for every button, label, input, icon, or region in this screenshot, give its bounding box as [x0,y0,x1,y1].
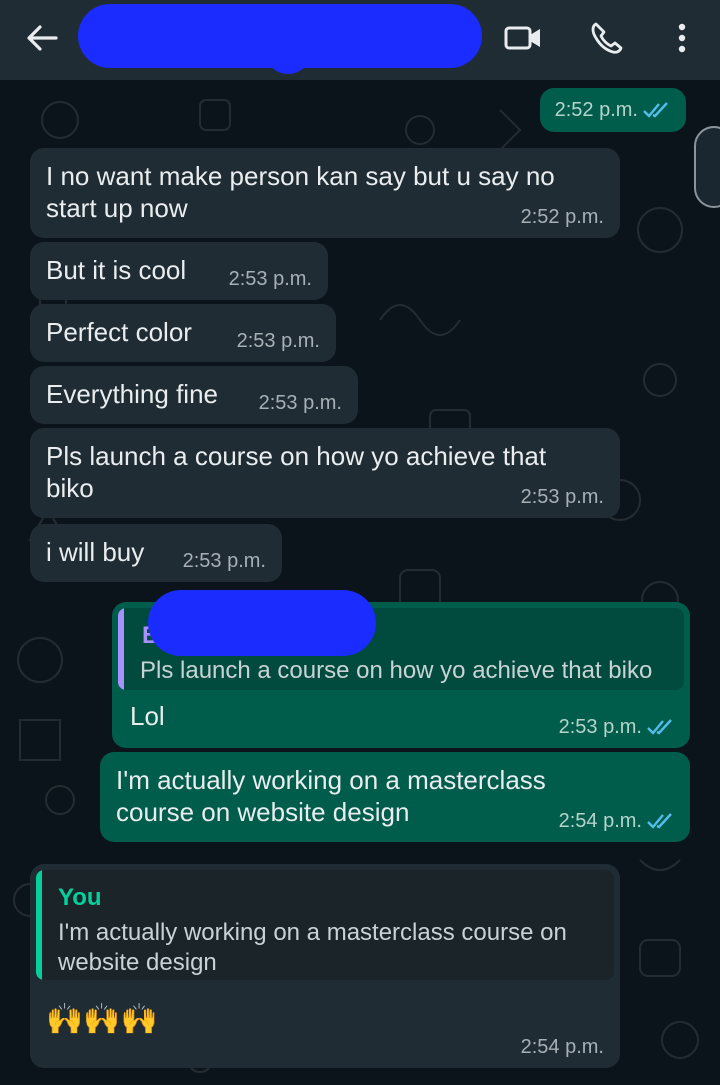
quote-accent-bar [118,608,124,690]
message-time: 2:54 p.m. [559,810,674,832]
message-bubble-outgoing[interactable]: 2:52 p.m. [540,88,686,132]
message-time: 2:53 p.m. [236,330,320,352]
message-text: Lol [130,701,165,731]
message-bubble-incoming-reply[interactable]: You I'm actually working on a masterclas… [30,864,620,1068]
message-bubble-incoming[interactable]: Everything fine 2:53 p.m. [30,366,358,424]
quote-accent-bar [36,870,42,980]
chat-header [0,0,720,80]
message-time: 2:53 p.m. [228,268,312,290]
message-bubble-incoming[interactable]: Perfect color 2:53 p.m. [30,304,336,362]
message-time: 2:53 p.m. [182,550,266,572]
partial-avatar-edge [694,126,720,208]
quote-text: Pls launch a course on how yo achieve th… [140,657,653,684]
message-time: 2:53 p.m. [520,486,604,508]
message-time: 2:53 p.m. [559,716,674,738]
message-bubble-incoming[interactable]: Pls launch a course on how yo achieve th… [30,428,620,518]
phone-icon[interactable] [586,18,630,58]
message-emoji: 🙌🙌🙌 [46,1003,159,1036]
message-bubble-outgoing[interactable]: I'm actually working on a masterclass co… [100,752,690,842]
message-bubble-incoming[interactable]: But it is cool 2:53 p.m. [30,242,328,300]
message-text: I'm actually working on a masterclass co… [116,765,546,827]
message-time: 2:52 p.m. [520,206,604,228]
message-time: 2:52 p.m. [555,99,670,121]
quote-author: You [58,884,102,911]
message-time: 2:53 p.m. [258,392,342,414]
quote-text: I'm actually working on a masterclass co… [58,919,567,976]
message-bubble-incoming[interactable]: i will buy 2:53 p.m. [30,524,282,582]
redaction-contact-name [78,4,482,74]
message-bubble-incoming[interactable]: I no want make person kan say but u say … [30,148,620,238]
message-time: 2:54 p.m. [520,1036,604,1058]
message-text: Pls launch a course on how yo achieve th… [46,441,547,503]
quoted-message[interactable]: You I'm actually working on a masterclas… [36,870,614,980]
double-check-icon [643,102,668,118]
double-check-icon [647,719,672,735]
more-vert-icon[interactable] [660,18,704,58]
redaction-quote-author [148,590,376,656]
video-camera-icon[interactable] [500,18,544,58]
arrow-left-icon[interactable] [22,18,62,58]
message-text: I no want make person kan say but u say … [46,161,555,223]
double-check-icon [647,813,672,829]
